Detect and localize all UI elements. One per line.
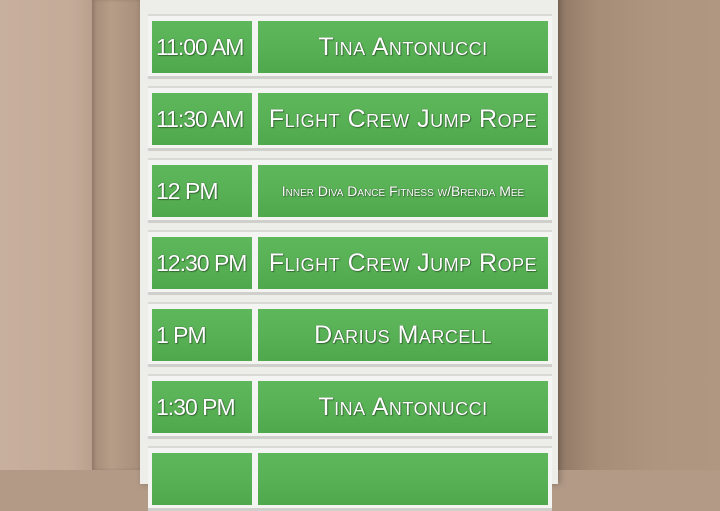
schedule-row: 11:30 AM Flight Crew Jump Rope	[148, 86, 552, 151]
event-card: Flight Crew Jump Rope	[258, 237, 548, 289]
time-card-partial	[152, 453, 252, 505]
door-frame	[92, 0, 140, 470]
schedule-board: 11:00 AM Tina Antonucci 11:30 AM Flight …	[140, 0, 558, 511]
schedule-row: 12 PM Inner Diva Dance Fitness w/Brenda …	[148, 158, 552, 223]
time-card: 12 PM	[152, 165, 252, 217]
time-card: 11:00 AM	[152, 21, 252, 73]
schedule-row: 1:30 PM Tina Antonucci	[148, 374, 552, 439]
wall-right	[556, 0, 720, 470]
schedule-row: 1 PM Darius Marcell	[148, 302, 552, 367]
time-card: 1:30 PM	[152, 381, 252, 433]
event-card: Darius Marcell	[258, 309, 548, 361]
wall-left	[0, 0, 92, 470]
time-card: 1 PM	[152, 309, 252, 361]
event-card: Tina Antonucci	[258, 21, 548, 73]
event-card: Tina Antonucci	[258, 381, 548, 433]
schedule-row-partial	[148, 446, 552, 511]
time-card: 11:30 AM	[152, 93, 252, 145]
event-card: Flight Crew Jump Rope	[258, 93, 548, 145]
event-card: Inner Diva Dance Fitness w/Brenda Mee	[258, 165, 548, 217]
event-card-partial	[258, 453, 548, 505]
schedule-row: 12:30 PM Flight Crew Jump Rope	[148, 230, 552, 295]
schedule-row: 11:00 AM Tina Antonucci	[148, 14, 552, 79]
time-card: 12:30 PM	[152, 237, 252, 289]
